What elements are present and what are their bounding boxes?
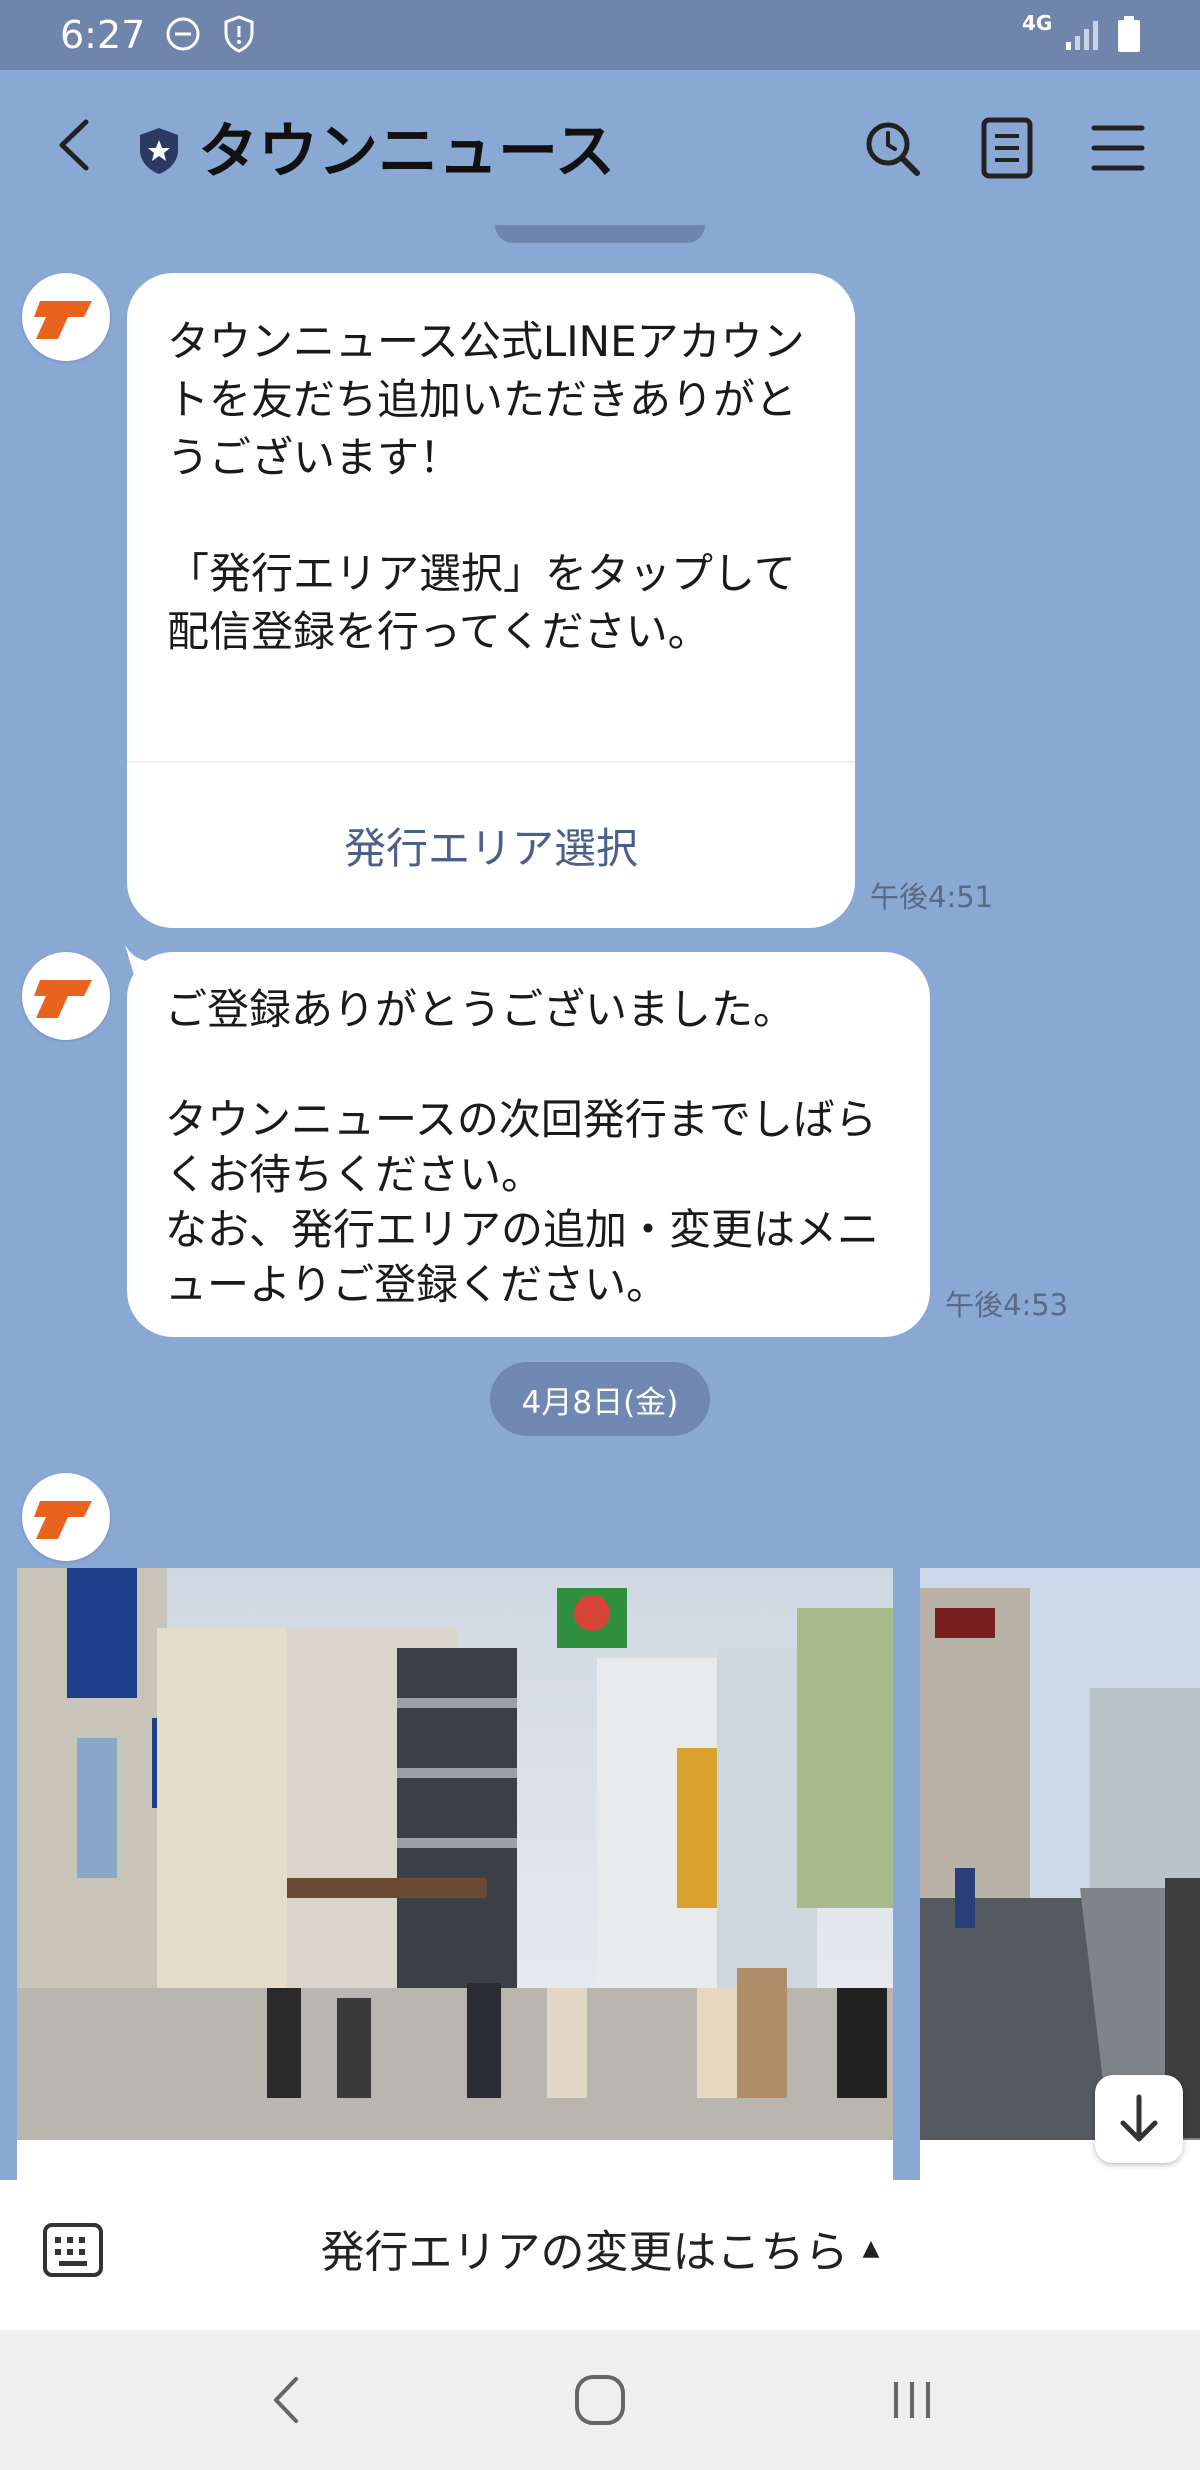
- carousel-card-footer: [17, 2140, 893, 2180]
- official-shield-icon: [137, 126, 181, 176]
- chat-title: タウンニュース: [198, 117, 615, 187]
- carousel-card-photo[interactable]: [920, 1568, 1200, 2140]
- status-time: 6:27: [60, 13, 146, 57]
- back-icon[interactable]: [50, 110, 100, 180]
- search-icon[interactable]: [862, 118, 922, 178]
- shield-icon: [222, 14, 256, 54]
- nav-home-icon[interactable]: [572, 2372, 628, 2428]
- carousel-card-photo[interactable]: [17, 1568, 893, 2140]
- menu-icon[interactable]: [1090, 122, 1146, 174]
- keyboard-icon[interactable]: [42, 2222, 104, 2278]
- date-separator: 4月8日(金): [490, 1362, 710, 1436]
- scroll-to-bottom-button[interactable]: [1095, 2075, 1183, 2163]
- message-bubble: タウンニュース公式LINEアカウントを友だち追加いただきありがとうございます！ …: [127, 273, 855, 928]
- message-text: タウンニュース公式LINEアカウントを友だち追加いただきありがとうございます！ …: [167, 317, 805, 656]
- arrow-down-icon: [1120, 2094, 1158, 2142]
- message-text: ご登録ありがとうございました。 タウンニュースの次回発行までしばらくお待ちくださ…: [165, 985, 880, 1309]
- account-avatar[interactable]: [22, 952, 110, 1040]
- battery-icon: [1116, 14, 1142, 54]
- message-timestamp: 午後4:51: [870, 880, 994, 914]
- message-timestamp: 午後4:53: [945, 1288, 1069, 1322]
- network-type-label: 4G: [1022, 11, 1053, 35]
- account-avatar[interactable]: [22, 273, 110, 361]
- select-area-button[interactable]: 発行エリア選択: [127, 763, 855, 928]
- nav-recents-icon[interactable]: [888, 2376, 936, 2424]
- townnews-logo-icon: [34, 301, 92, 339]
- nav-back-icon[interactable]: [262, 2365, 312, 2435]
- notes-icon[interactable]: [980, 116, 1034, 180]
- caret-up-icon: ▲: [862, 2235, 880, 2261]
- pull-handle: [495, 225, 705, 243]
- account-avatar[interactable]: [22, 1473, 110, 1561]
- signal-icon: [1064, 18, 1100, 52]
- do-not-disturb-icon: [165, 16, 201, 52]
- townnews-logo-icon: [34, 1501, 92, 1539]
- message-bubble: ご登録ありがとうございました。 タウンニュースの次回発行までしばらくお待ちくださ…: [127, 952, 930, 1337]
- rich-menu-label: 発行エリアの変更はこちら: [320, 2227, 849, 2278]
- townnews-logo-icon: [34, 980, 92, 1018]
- rich-menu-toggle[interactable]: 発行エリアの変更はこちら ▲: [200, 2213, 1000, 2283]
